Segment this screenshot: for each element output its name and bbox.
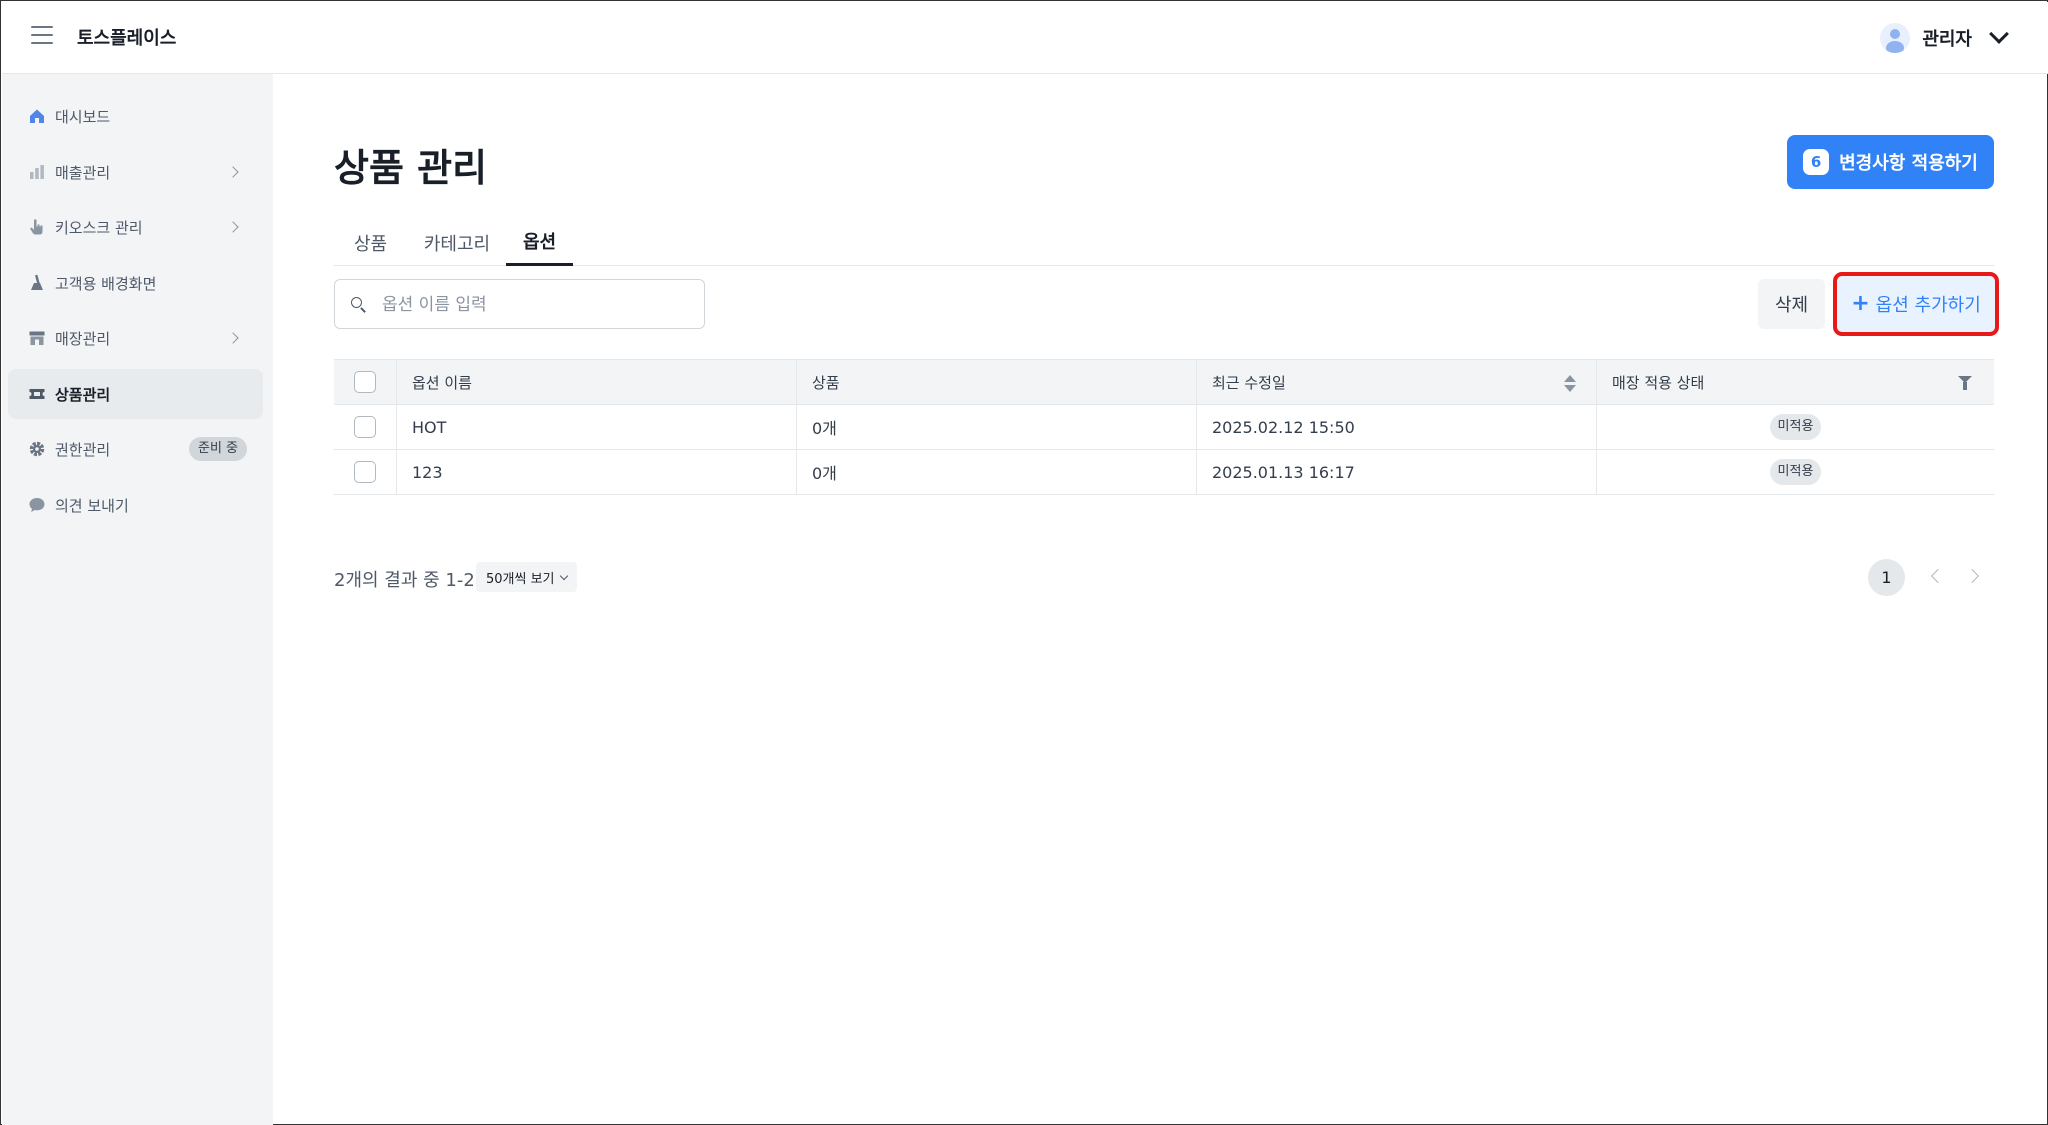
table-header: 옵션 이름 상품 최근 수정일 매장 적용 상태 — [334, 359, 1994, 405]
select-all-checkbox[interactable] — [354, 371, 376, 393]
brush-icon — [28, 274, 46, 292]
sidebar-item-permissions[interactable]: 권한관리 준비 중 — [8, 424, 263, 474]
next-page-icon[interactable] — [1964, 568, 1980, 584]
sidebar-item-sales[interactable]: 매출관리 — [8, 147, 263, 197]
option-search-box — [334, 279, 705, 329]
chat-bubble-icon — [28, 496, 46, 514]
pointer-hand-icon — [28, 218, 46, 236]
chevron-right-icon — [227, 221, 239, 233]
column-header-option-name: 옵션 이름 — [396, 360, 796, 404]
page-number-button[interactable]: 1 — [1868, 559, 1905, 596]
user-name: 관리자 — [1922, 29, 1972, 50]
previous-page-icon[interactable] — [1930, 568, 1946, 584]
chevron-right-icon — [227, 166, 239, 178]
option-name-cell: 123 — [396, 450, 796, 494]
row-checkbox-cell — [334, 450, 396, 494]
user-menu[interactable]: 관리자 — [1880, 20, 2009, 56]
sidebar-item-label: 대시보드 — [55, 107, 111, 126]
sidebar-item-label: 키오스크 관리 — [55, 218, 143, 237]
store-status-cell: 미적용 — [1596, 450, 1994, 494]
options-table: 옵션 이름 상품 최근 수정일 매장 적용 상태 HOT 0개 2025.02.… — [334, 359, 1994, 495]
bar-chart-icon — [28, 163, 46, 181]
sort-icon[interactable] — [1564, 375, 1576, 393]
status-badge: 미적용 — [1769, 414, 1822, 440]
column-header-products: 상품 — [796, 360, 1196, 404]
tab-options[interactable]: 옵션 — [506, 219, 573, 266]
column-label: 옵션 이름 — [412, 373, 472, 392]
sidebar-item-customer-wallpaper[interactable]: 고객용 배경화면 — [8, 258, 263, 308]
pending-changes-count: 6 — [1803, 149, 1830, 175]
gear-icon — [28, 440, 46, 458]
sidebar-item-label: 매장관리 — [55, 329, 111, 348]
updated-date-cell: 2025.01.13 16:17 — [1196, 450, 1596, 494]
column-label: 최근 수정일 — [1212, 373, 1286, 392]
row-checkbox-cell — [334, 405, 396, 449]
filter-icon[interactable] — [1958, 376, 1972, 390]
avatar-icon — [1880, 23, 1911, 53]
coming-soon-badge: 준비 중 — [188, 437, 247, 461]
products-count-cell: 0개 — [796, 405, 1196, 449]
per-page-select[interactable]: 50개씩 보기 — [476, 562, 577, 592]
products-count-cell: 0개 — [796, 450, 1196, 494]
add-option-button[interactable]: + 옵션 추가하기 — [1833, 272, 1999, 336]
home-icon — [28, 107, 46, 125]
sidebar-item-label: 권한관리 — [55, 440, 111, 459]
column-header-store-status: 매장 적용 상태 — [1596, 360, 1994, 404]
sidebar-item-label: 상품관리 — [55, 385, 111, 404]
sidebar-item-feedback[interactable]: 의견 보내기 — [8, 480, 263, 530]
search-icon — [351, 297, 366, 313]
brand-name: 토스플레이스 — [77, 28, 177, 49]
option-search-input[interactable] — [382, 292, 682, 318]
top-bar: 토스플레이스 관리자 — [2, 2, 2048, 74]
sidebar-item-kiosk[interactable]: 키오스크 관리 — [8, 202, 263, 252]
table-row[interactable]: HOT 0개 2025.02.12 15:50 미적용 — [334, 405, 1994, 450]
chevron-down-icon — [1989, 24, 2009, 44]
table-row[interactable]: 123 0개 2025.01.13 16:17 미적용 — [334, 450, 1994, 495]
chevron-right-icon — [227, 332, 239, 344]
add-option-label: 옵션 추가하기 — [1875, 295, 1981, 316]
sidebar-item-label: 의견 보내기 — [55, 496, 129, 515]
column-label: 상품 — [812, 373, 840, 392]
column-label: 매장 적용 상태 — [1612, 373, 1705, 392]
ticket-icon — [28, 385, 46, 403]
option-name-cell: HOT — [396, 405, 796, 449]
result-count-text: 2개의 결과 중 1-2 — [334, 570, 475, 591]
sidebar-item-label: 매출관리 — [55, 163, 111, 182]
updated-date-cell: 2025.02.12 15:50 — [1196, 405, 1596, 449]
chevron-down-icon — [559, 571, 568, 580]
status-badge: 미적용 — [1769, 459, 1822, 485]
app-frame: 토스플레이스 관리자 대시보드 매출관리 키오스크 관리 고객용 배경화면 매장… — [0, 0, 2048, 1125]
sidebar-item-products[interactable]: 상품관리 — [8, 369, 263, 419]
sidebar-item-label: 고객용 배경화면 — [55, 274, 157, 293]
sidebar-item-store[interactable]: 매장관리 — [8, 313, 263, 363]
menu-icon[interactable] — [31, 26, 53, 48]
row-checkbox[interactable] — [354, 416, 376, 438]
plus-icon: + — [1851, 291, 1870, 316]
header-checkbox-cell — [334, 360, 396, 404]
apply-changes-label: 변경사항 적용하기 — [1839, 153, 1978, 174]
column-header-updated: 최근 수정일 — [1196, 360, 1596, 404]
store-icon — [28, 329, 46, 347]
apply-changes-button[interactable]: 6 변경사항 적용하기 — [1787, 135, 1994, 189]
sidebar: 대시보드 매출관리 키오스크 관리 고객용 배경화면 매장관리 상품관리 권한관… — [2, 74, 273, 1125]
tab-products[interactable]: 상품 — [334, 219, 407, 266]
per-page-label: 50개씩 보기 — [486, 571, 555, 587]
tab-categories[interactable]: 카테고리 — [407, 219, 507, 266]
page-title: 상품 관리 — [334, 146, 488, 190]
store-status-cell: 미적용 — [1596, 405, 1994, 449]
delete-button[interactable]: 삭제 — [1758, 279, 1825, 329]
sidebar-item-dashboard[interactable]: 대시보드 — [8, 91, 263, 141]
tab-bar: 상품 카테고리 옵션 — [334, 219, 1994, 266]
row-checkbox[interactable] — [354, 461, 376, 483]
